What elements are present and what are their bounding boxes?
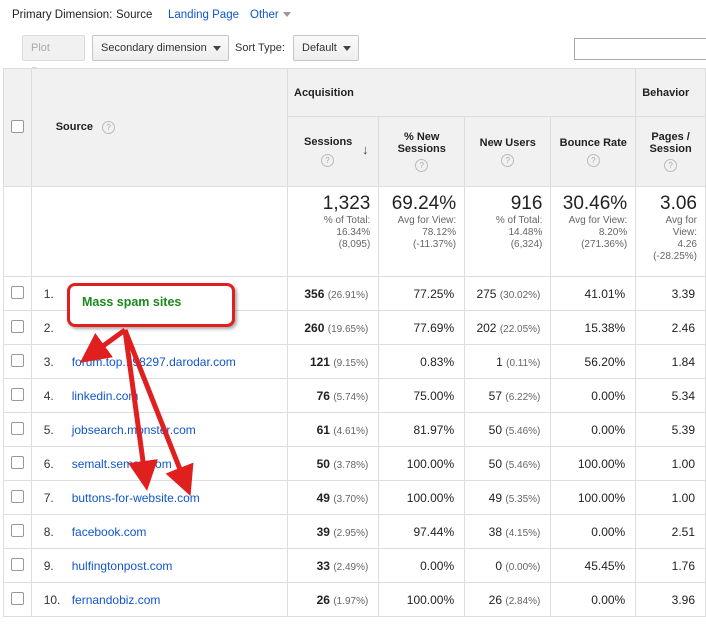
arrow-to-darodar (79, 327, 127, 363)
annotation-arrows (79, 327, 194, 496)
